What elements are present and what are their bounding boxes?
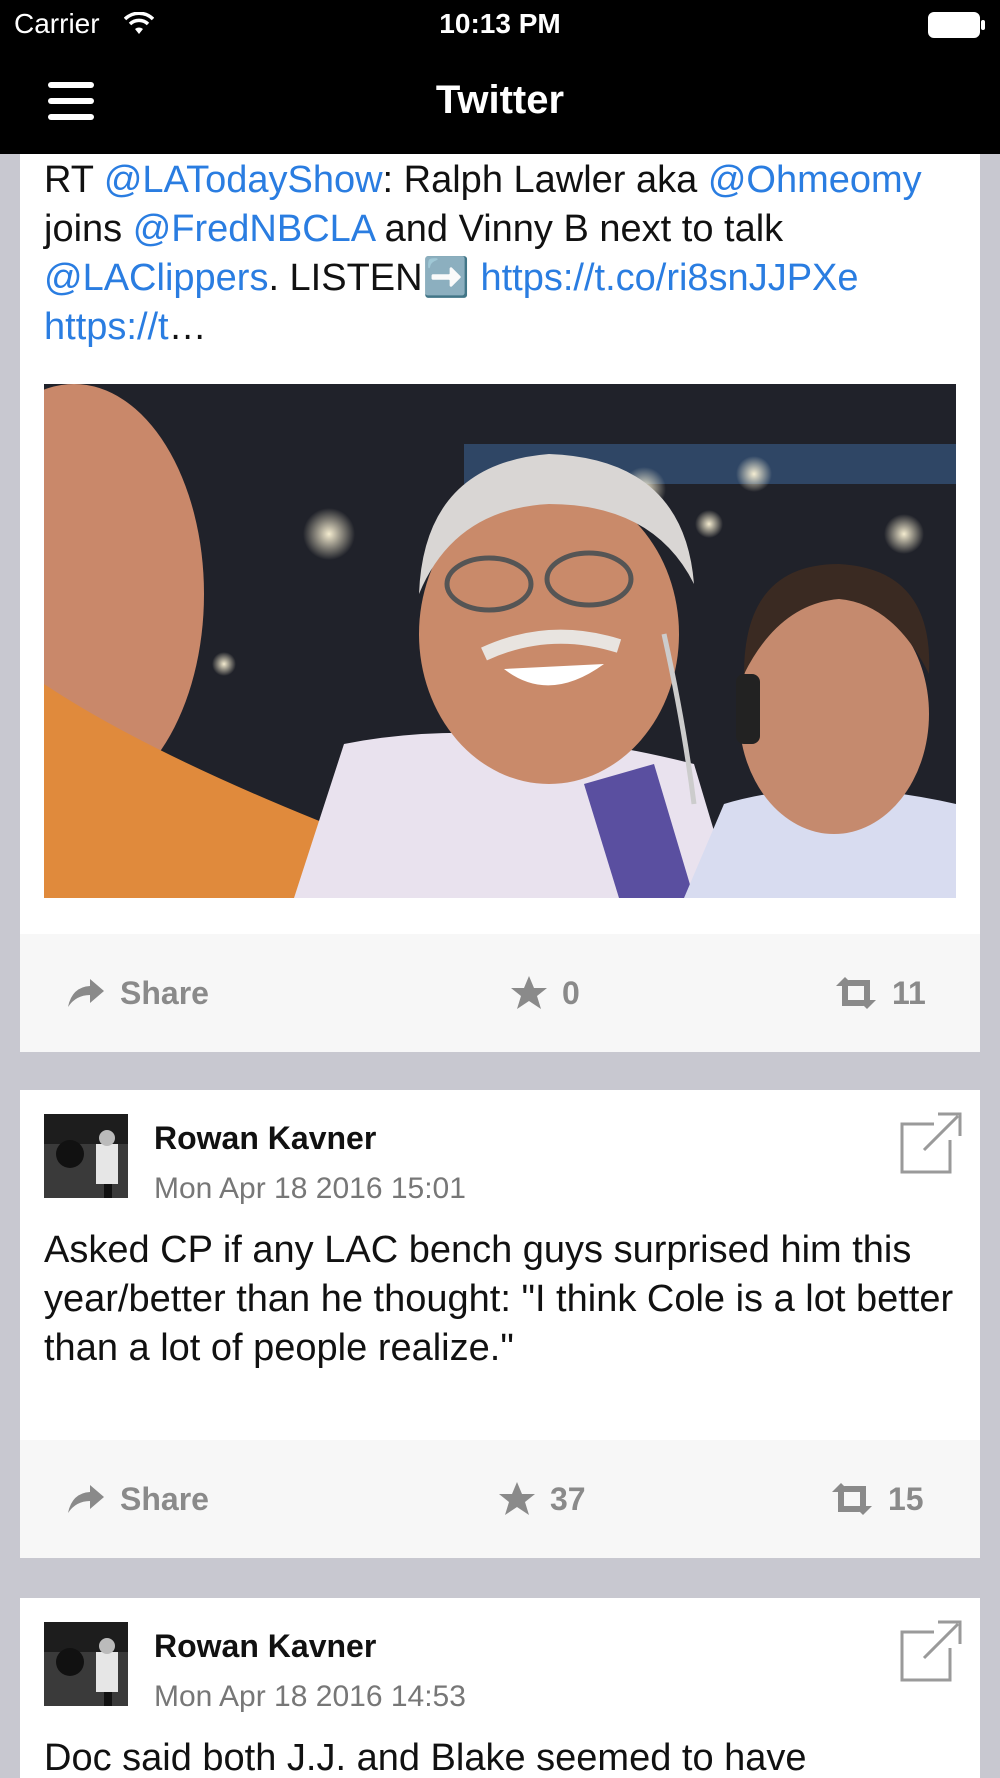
tweet-author[interactable]: Rowan Kavner — [154, 1120, 376, 1157]
navigation-bar: Twitter — [0, 50, 1000, 154]
tweet-link[interactable]: https://t — [44, 306, 169, 348]
star-icon — [499, 1482, 535, 1515]
share-button[interactable]: Share — [66, 1440, 209, 1558]
favorite-count: 0 — [562, 974, 580, 1011]
tweet-text-segment: … — [168, 306, 207, 348]
share-button[interactable]: Share — [66, 934, 209, 1052]
status-bar: Carrier 10:13 PM — [0, 0, 1000, 50]
tweet-link[interactable]: @FredNBCLA — [133, 208, 374, 250]
share-label: Share — [120, 1480, 209, 1517]
tweet-link[interactable]: @LAClippers — [44, 257, 268, 299]
tweet-action-bar: Share 0 11 — [20, 934, 980, 1052]
tweet-card[interactable]: RT @LATodayShow: Ralph Lawler aka @Ohmeo… — [20, 154, 980, 1052]
tweet-text-segment: RT — [44, 159, 104, 201]
share-label: Share — [120, 974, 209, 1011]
avatar-image — [44, 1114, 128, 1198]
tweet-timestamp: Mon Apr 18 2016 14:53 — [154, 1680, 466, 1713]
avatar-image — [44, 1622, 128, 1706]
twitter-feed-screen: Carrier 10:13 PM Twitter RT @LATodayShow… — [0, 0, 1000, 1778]
avatar[interactable] — [44, 1114, 128, 1198]
star-icon — [511, 976, 547, 1009]
retweet-icon — [832, 1483, 872, 1515]
tweet-text: Asked CP if any LAC bench guys surprised… — [44, 1229, 954, 1369]
page-title: Twitter — [435, 78, 565, 122]
tweet-link[interactable]: @LATodayShow — [104, 159, 383, 201]
retweet-count: 11 — [892, 974, 926, 1011]
tweet-card[interactable]: Rowan Kavner Mon Apr 18 2016 14:53 Doc s… — [20, 1598, 980, 1778]
tweet-card[interactable]: Rowan Kavner Mon Apr 18 2016 15:01 Asked… — [20, 1090, 980, 1558]
share-arrow-icon — [68, 979, 104, 1007]
tweet-link[interactable]: https://t.co/ri8snJJPXe — [480, 257, 858, 299]
battery-icon — [928, 12, 985, 38]
share-arrow-icon — [68, 1485, 104, 1513]
tweet-action-bar: Share 37 15 — [20, 1440, 980, 1558]
retweet-button[interactable]: 11 — [834, 934, 926, 1052]
tweet-photo[interactable] — [44, 384, 956, 898]
avatar[interactable] — [44, 1622, 128, 1706]
tweet-text-segment: and Vinny B next to talk — [374, 208, 784, 250]
tweet-timestamp: Mon Apr 18 2016 15:01 — [154, 1172, 466, 1205]
external-link-icon[interactable] — [898, 1618, 962, 1682]
retweet-button[interactable]: 15 — [830, 1440, 924, 1558]
tweet-text: RT @LATodayShow: Ralph Lawler aka @Ohmeo… — [44, 156, 964, 352]
retweet-count: 15 — [888, 1480, 924, 1517]
retweet-icon — [836, 977, 876, 1009]
tweet-text-segment: : Ralph Lawler aka — [382, 159, 708, 201]
tweet-link[interactable]: @Ohmeomy — [708, 159, 922, 201]
external-link-icon[interactable] — [898, 1110, 962, 1174]
tweet-text-segment: joins — [44, 208, 133, 250]
favorite-button[interactable]: 37 — [498, 1440, 586, 1558]
favorite-button[interactable]: 0 — [510, 934, 580, 1052]
tweet-text: Doc said both J.J. and Blake seemed to h… — [44, 1737, 807, 1778]
tweet-text-segment: . LISTEN➡️ — [268, 257, 481, 299]
tweet-photo-image — [44, 384, 956, 898]
status-time: 10:13 PM — [439, 8, 561, 39]
favorite-count: 37 — [550, 1480, 586, 1517]
tweet-author[interactable]: Rowan Kavner — [154, 1628, 376, 1665]
